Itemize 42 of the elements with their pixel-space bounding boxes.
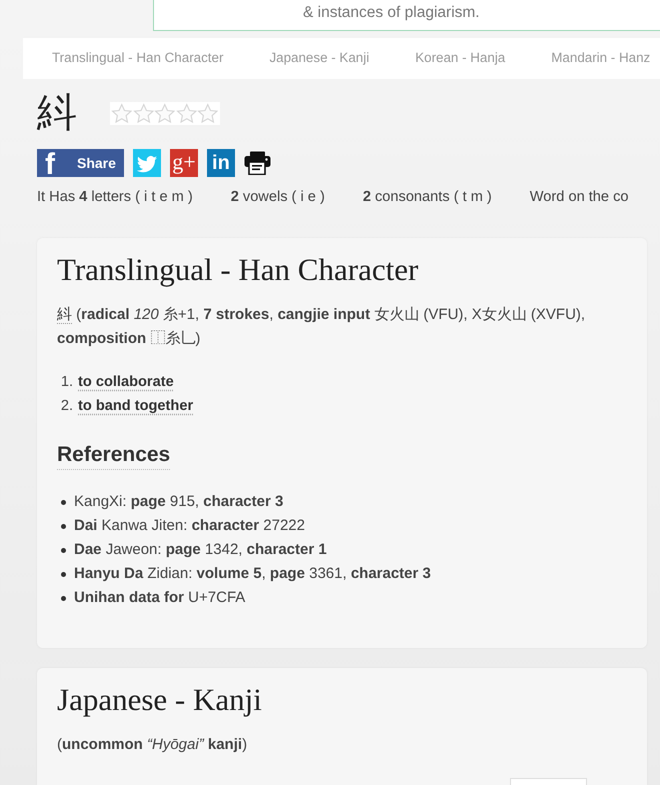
bullet-icon <box>61 572 66 576</box>
definition-text: 紏 (radical 120 糸+1, 7 strokes, cangjie input 女火山 (VFU), X女火山 (XVFU), composition ⿰糸乚) <box>57 305 586 349</box>
section-title: Japanese - Kanji <box>57 681 263 719</box>
stat-text: 2 vowels ( i e ) <box>230 188 325 207</box>
star-icon[interactable] <box>197 102 218 124</box>
star-rating[interactable] <box>110 102 220 124</box>
notice-banner: & instances of plagiarism. <box>153 0 660 31</box>
section-title: Translingual - Han Character <box>57 251 420 289</box>
sense-number: 1. <box>60 373 74 392</box>
reference-text: Unihan data for U+7CFA <box>74 588 246 608</box>
reference-text: Dai Kanwa Jiten: character 27222 <box>74 516 305 536</box>
sense-number: 2. <box>60 397 74 416</box>
section-tab[interactable]: Japanese - Kanji <box>269 48 370 69</box>
bird-icon <box>136 154 158 172</box>
reference-text: KangXi: page 915, character 3 <box>74 492 284 512</box>
star-icon[interactable] <box>176 102 197 124</box>
bullet-icon <box>61 524 66 528</box>
sense-text: to collaborate <box>78 373 174 392</box>
bullet-icon <box>61 500 66 504</box>
star-icon[interactable] <box>111 102 132 124</box>
share-button[interactable]: g+ <box>170 149 198 177</box>
bullet-icon <box>61 596 66 600</box>
share-button[interactable] <box>132 149 161 177</box>
star-icon[interactable] <box>154 102 176 124</box>
star-icon[interactable] <box>132 102 154 124</box>
stat-text: It Has 4 letters ( i t e m ) <box>37 188 193 207</box>
share-button[interactable]: in <box>206 149 235 177</box>
stat-text: Word on the co <box>530 188 628 207</box>
printer-icon[interactable] <box>244 151 271 175</box>
share-button[interactable]: f Share <box>37 149 124 177</box>
character-heading: 紏 <box>37 90 77 136</box>
bullet-icon <box>61 548 66 552</box>
stat-text: 2 consonants ( t m ) <box>362 188 492 207</box>
reference-text: Dae Jaweon: page 1342, character 1 <box>74 540 327 560</box>
section-tab[interactable]: Mandarin - Hanz <box>551 48 650 69</box>
reference-text: Hanyu Da Zidian: volume 5, page 3361, character 3 <box>74 564 431 584</box>
references-heading: References <box>57 441 170 470</box>
section-tab[interactable]: Translingual - Han Character <box>52 48 224 69</box>
section-tab[interactable]: Korean - Hanja <box>415 48 506 69</box>
character-link[interactable]: 紏 <box>57 306 72 324</box>
sense-text: to band together <box>78 397 194 416</box>
note-text: (uncommon “Hyōgai” kanji) <box>57 735 248 755</box>
